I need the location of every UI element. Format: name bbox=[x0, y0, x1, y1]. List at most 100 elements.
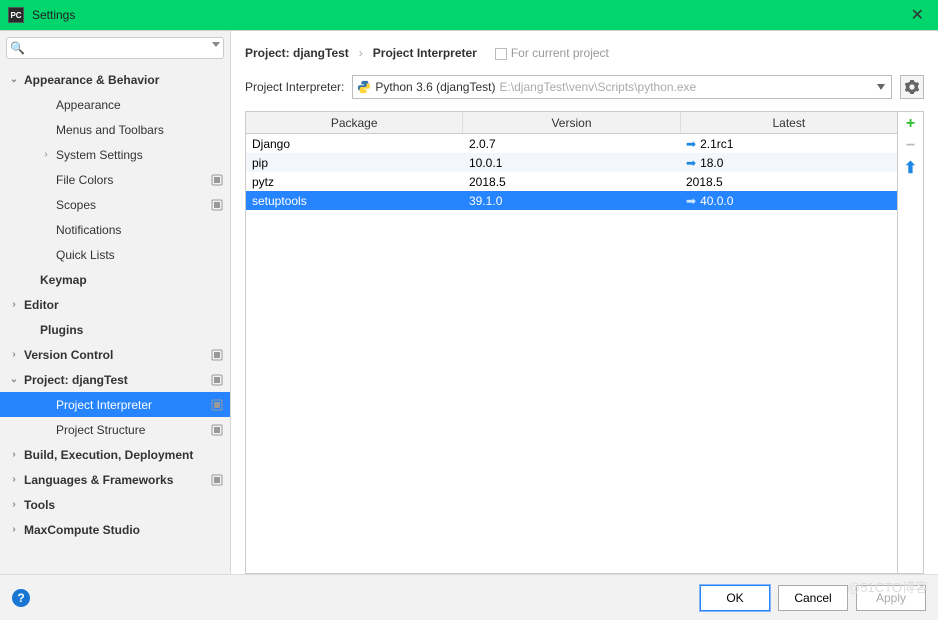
dialog-footer: ? OK Cancel Apply bbox=[0, 574, 938, 620]
sidebar-item-label: Appearance & Behavior bbox=[24, 73, 230, 87]
sidebar-item-label: Build, Execution, Deployment bbox=[24, 448, 230, 462]
breadcrumb-leaf: Project Interpreter bbox=[373, 46, 477, 60]
ok-button[interactable]: OK bbox=[700, 585, 770, 611]
interpreter-name: Python 3.6 (djangTest) bbox=[375, 80, 495, 94]
sidebar-item-label: Project Interpreter bbox=[56, 398, 210, 412]
interpreter-settings-button[interactable] bbox=[900, 75, 924, 99]
sidebar-item-label: MaxCompute Studio bbox=[24, 523, 230, 537]
settings-tree[interactable]: ⌄ Appearance & Behavior Appearance Menus an… bbox=[0, 63, 230, 574]
search-icon: 🔍 bbox=[10, 41, 25, 55]
sidebar-item-tools[interactable]: ›Tools bbox=[0, 492, 230, 517]
sidebar-item-quick-lists[interactable]: Quick Lists bbox=[0, 242, 230, 267]
sidebar-item-label: Tools bbox=[24, 498, 230, 512]
cancel-button[interactable]: Cancel bbox=[778, 585, 848, 611]
project-scope-icon bbox=[210, 423, 224, 437]
sidebar-item-project-interpreter[interactable]: Project Interpreter bbox=[0, 392, 230, 417]
sidebar-item-label: Scopes bbox=[56, 198, 210, 212]
sidebar-item-appearance-behavior[interactable]: ⌄ Appearance & Behavior bbox=[0, 67, 230, 92]
cell-latest: ➡ 2.1rc1 bbox=[680, 137, 897, 151]
close-icon[interactable]: ✕ bbox=[905, 5, 930, 25]
cell-package: pip bbox=[246, 156, 463, 170]
sidebar-item-label: Quick Lists bbox=[56, 248, 230, 262]
upgrade-arrow-icon: ➡ bbox=[686, 137, 696, 151]
chevron-right-icon: › bbox=[8, 524, 20, 535]
settings-sidebar: 🔍 ⌄ Appearance & Behavior Appearance Menus … bbox=[0, 31, 231, 574]
sidebar-item-notifications[interactable]: Notifications bbox=[0, 217, 230, 242]
packages-table-wrap: Package Version Latest Django2.0.7➡ 2.1r… bbox=[245, 111, 924, 574]
package-actions: + − ⬆ bbox=[897, 112, 923, 573]
chevron-down-icon: ⌄ bbox=[8, 374, 20, 385]
sidebar-item-label: Editor bbox=[24, 298, 230, 312]
sidebar-item-menus-and-toolbars[interactable]: Menus and Toolbars bbox=[0, 117, 230, 142]
sidebar-item-label: Notifications bbox=[56, 223, 230, 237]
table-row[interactable]: setuptools39.1.0➡ 40.0.0 bbox=[246, 191, 897, 210]
cell-latest: 2018.5 bbox=[680, 175, 897, 189]
sidebar-item-scopes[interactable]: Scopes bbox=[0, 192, 230, 217]
help-button[interactable]: ? bbox=[12, 589, 30, 607]
cell-package: setuptools bbox=[246, 194, 463, 208]
breadcrumb-root: Project: djangTest bbox=[245, 46, 349, 60]
chevron-right-icon: › bbox=[8, 299, 20, 310]
upgrade-arrow-icon: ➡ bbox=[686, 194, 696, 208]
table-row[interactable]: pytz2018.52018.5 bbox=[246, 172, 897, 191]
python-icon bbox=[357, 80, 371, 94]
sidebar-item-languages-frameworks[interactable]: ›Languages & Frameworks bbox=[0, 467, 230, 492]
upgrade-package-button[interactable]: ⬆ bbox=[902, 159, 920, 177]
sidebar-item-build-execution-deployment[interactable]: › Build, Execution, Deployment bbox=[0, 442, 230, 467]
sidebar-item-label: System Settings bbox=[56, 148, 230, 162]
packages-table: Package Version Latest Django2.0.7➡ 2.1r… bbox=[246, 112, 897, 573]
search-wrapper: 🔍 bbox=[6, 37, 224, 59]
sidebar-item-maxcompute-studio[interactable]: › MaxCompute Studio bbox=[0, 517, 230, 542]
cell-version: 39.1.0 bbox=[463, 194, 680, 208]
sidebar-item-label: Menus and Toolbars bbox=[56, 123, 230, 137]
project-scope-icon bbox=[210, 473, 224, 487]
search-history-icon[interactable] bbox=[212, 42, 220, 47]
sidebar-item-keymap[interactable]: Keymap bbox=[0, 267, 230, 292]
sidebar-item-project-structure[interactable]: Project Structure bbox=[0, 417, 230, 442]
cell-package: pytz bbox=[246, 175, 463, 189]
table-row[interactable]: Django2.0.7➡ 2.1rc1 bbox=[246, 134, 897, 153]
chevron-down-icon: ⌄ bbox=[8, 74, 20, 85]
sidebar-item-label: Appearance bbox=[56, 98, 230, 112]
interpreter-label: Project Interpreter: bbox=[245, 80, 344, 94]
chevron-right-icon: › bbox=[8, 349, 20, 360]
title-bar: PC Settings ✕ bbox=[0, 0, 938, 30]
project-scope-icon bbox=[495, 48, 507, 60]
sidebar-item-system-settings[interactable]: › System Settings bbox=[0, 142, 230, 167]
chevron-right-icon: › bbox=[8, 449, 20, 460]
sidebar-item-label: Project: djangTest bbox=[24, 373, 210, 387]
sidebar-item-editor[interactable]: › Editor bbox=[0, 292, 230, 317]
table-row[interactable]: pip10.0.1➡ 18.0 bbox=[246, 153, 897, 172]
sidebar-item-appearance[interactable]: Appearance bbox=[0, 92, 230, 117]
cell-latest: ➡ 40.0.0 bbox=[680, 194, 897, 208]
chevron-right-icon: › bbox=[40, 149, 52, 160]
sidebar-item-label: Version Control bbox=[24, 348, 210, 362]
project-scope-icon bbox=[210, 398, 224, 412]
sidebar-item-label: Plugins bbox=[40, 323, 230, 337]
window-title: Settings bbox=[32, 8, 75, 22]
col-package[interactable]: Package bbox=[246, 112, 463, 133]
cell-version: 10.0.1 bbox=[463, 156, 680, 170]
cell-version: 2018.5 bbox=[463, 175, 680, 189]
col-latest[interactable]: Latest bbox=[681, 112, 897, 133]
chevron-right-icon: › bbox=[8, 474, 20, 485]
project-scope-icon bbox=[210, 173, 224, 187]
table-header: Package Version Latest bbox=[246, 112, 897, 134]
add-package-button[interactable]: + bbox=[902, 115, 920, 133]
cell-version: 2.0.7 bbox=[463, 137, 680, 151]
sidebar-item-version-control[interactable]: › Version Control bbox=[0, 342, 230, 367]
settings-panel: Project: djangTest › Project Interpreter… bbox=[231, 31, 938, 574]
app-icon: PC bbox=[8, 7, 24, 23]
sidebar-item-project-djangtest[interactable]: ⌄ Project: djangTest bbox=[0, 367, 230, 392]
sidebar-item-label: Keymap bbox=[40, 273, 230, 287]
search-input[interactable] bbox=[6, 37, 224, 59]
remove-package-button[interactable]: − bbox=[902, 137, 920, 155]
col-version[interactable]: Version bbox=[463, 112, 680, 133]
breadcrumb: Project: djangTest › Project Interpreter… bbox=[245, 41, 924, 65]
interpreter-select[interactable]: Python 3.6 (djangTest) E:\djangTest\venv… bbox=[352, 75, 892, 99]
table-body: Django2.0.7➡ 2.1rc1pip10.0.1➡ 18.0pytz20… bbox=[246, 134, 897, 210]
apply-button[interactable]: Apply bbox=[856, 585, 926, 611]
interpreter-path: E:\djangTest\venv\Scripts\python.exe bbox=[499, 80, 696, 94]
sidebar-item-plugins[interactable]: Plugins bbox=[0, 317, 230, 342]
sidebar-item-file-colors[interactable]: File Colors bbox=[0, 167, 230, 192]
